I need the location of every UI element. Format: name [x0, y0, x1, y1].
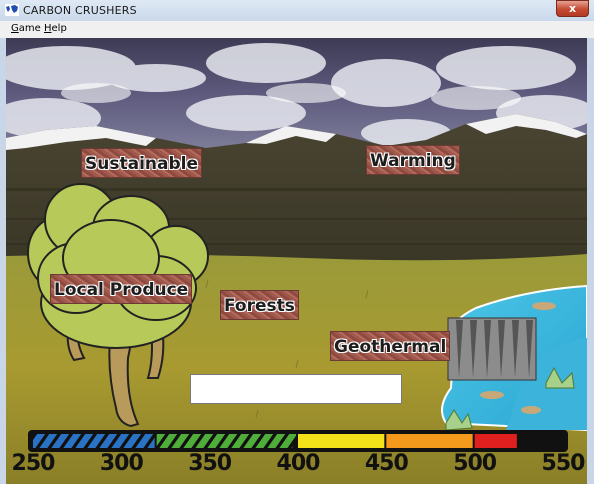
meter-tick-label: 350 — [188, 451, 232, 476]
meter-segment — [33, 434, 155, 448]
menu-bar: Game Help — [0, 21, 594, 39]
world-map-icon — [5, 4, 19, 16]
menu-game[interactable]: Game — [11, 23, 41, 34]
landscape-background — [6, 38, 587, 484]
meter-segment — [386, 434, 473, 448]
carbon-meter — [28, 430, 568, 452]
close-icon: x — [568, 2, 577, 15]
meter-tick-label: 250 — [11, 451, 56, 476]
meter-tick-label: 300 — [99, 451, 144, 476]
game-scene[interactable]: Sustainable Warming Local Produce Forest… — [6, 38, 587, 484]
menu-help[interactable]: Help — [44, 23, 67, 34]
menu-help-accel: H — [44, 23, 52, 34]
meter-segment — [518, 434, 561, 448]
word-tile-local-produce[interactable]: Local Produce — [50, 274, 193, 304]
answer-input[interactable] — [190, 374, 402, 404]
word-tile-sustainable[interactable]: Sustainable — [81, 148, 202, 178]
meter-segment — [298, 434, 385, 448]
menu-game-accel: G — [11, 23, 19, 34]
meter-tick-label: 400 — [276, 451, 321, 476]
window-title: CARBON CRUSHERS — [23, 4, 137, 17]
window-frame-right — [587, 38, 594, 484]
menu-game-rest: ame — [18, 23, 41, 34]
menu-help-rest: elp — [51, 23, 67, 34]
word-tile-warming[interactable]: Warming — [366, 145, 460, 175]
meter-tick-label: 450 — [364, 451, 409, 476]
meter-tick-label: 500 — [453, 451, 497, 476]
meter-tick-label: 550 — [541, 451, 586, 476]
word-tile-geothermal[interactable]: Geothermal — [330, 331, 451, 361]
close-button[interactable]: x — [556, 0, 589, 17]
meter-segment — [474, 434, 517, 448]
title-bar: CARBON CRUSHERS x — [0, 0, 594, 22]
meter-segment — [156, 434, 296, 448]
word-tile-forests[interactable]: Forests — [220, 290, 299, 320]
